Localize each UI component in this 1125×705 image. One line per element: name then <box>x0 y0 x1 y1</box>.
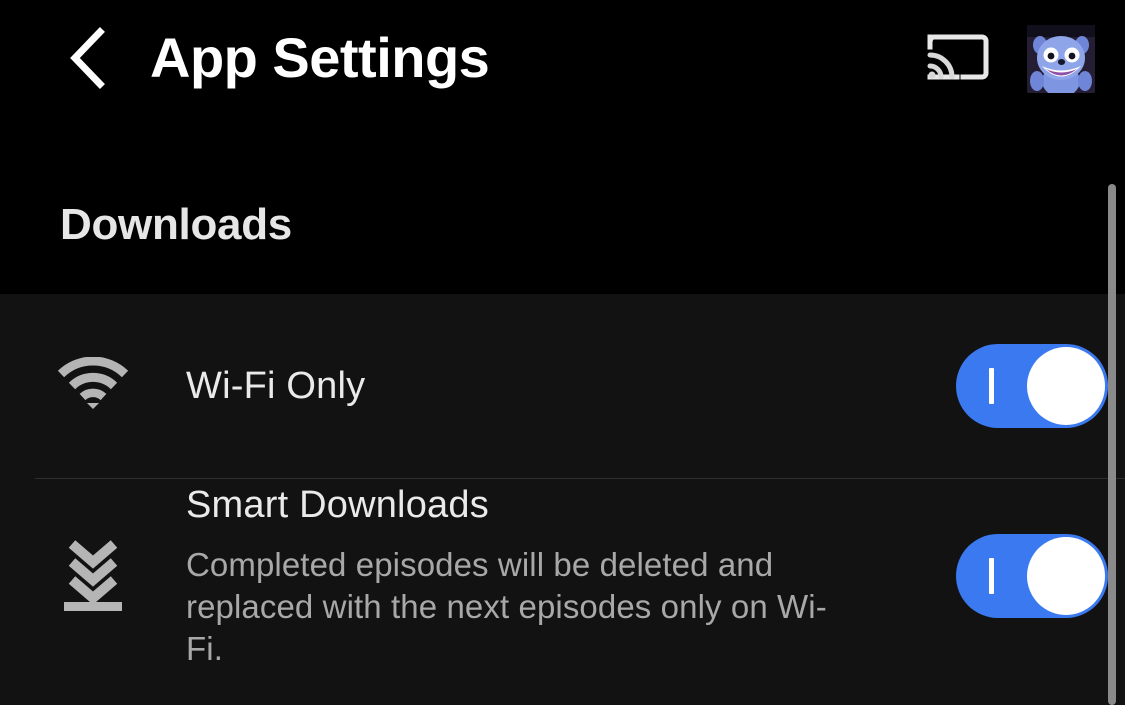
avatar[interactable] <box>1027 25 1095 93</box>
toggle-on-marker <box>989 558 994 594</box>
row-body: Smart Downloads Completed episodes will … <box>186 482 939 670</box>
cast-icon <box>927 30 989 89</box>
list-item-wifi-only[interactable]: Wi-Fi Only <box>0 294 1125 479</box>
back-button[interactable] <box>52 22 124 94</box>
toggle-smart-downloads[interactable] <box>956 534 1108 618</box>
app-bar-actions <box>927 18 1095 100</box>
list-item-description: Completed episodes will be deleted and r… <box>186 546 827 667</box>
cast-button[interactable] <box>927 28 989 90</box>
list-item-smart-downloads[interactable]: Smart Downloads Completed episodes will … <box>0 478 1125 674</box>
header-area: App Settings Downloads <box>0 0 1125 294</box>
settings-list: Wi-Fi Only Smart Downloads Completed epi… <box>0 294 1125 705</box>
section-title-downloads: Downloads <box>60 200 292 249</box>
vertical-scrollbar[interactable] <box>1108 184 1116 705</box>
app-settings-screen: App Settings Downloads Wi-Fi Only Smart … <box>0 0 1125 705</box>
scrollbar-thumb[interactable] <box>1108 184 1116 705</box>
toggle-knob <box>1027 347 1105 425</box>
triple-chevron-down-line-icon <box>60 536 126 617</box>
user-avatar-image <box>1027 25 1095 93</box>
row-control <box>939 534 1125 618</box>
list-item-title: Wi-Fi Only <box>186 365 366 407</box>
toggle-wifi-only[interactable] <box>956 344 1108 428</box>
app-bar: App Settings <box>0 0 1125 118</box>
toggle-knob <box>1027 537 1105 615</box>
row-icon-slot <box>0 356 186 416</box>
list-item-title: Smart Downloads <box>186 484 489 526</box>
chevron-left-icon <box>65 27 111 89</box>
row-icon-slot <box>0 536 186 617</box>
row-control <box>939 344 1125 428</box>
wifi-icon <box>57 356 129 416</box>
page-title: App Settings <box>150 26 490 89</box>
row-body: Wi-Fi Only <box>186 363 939 409</box>
toggle-on-marker <box>989 368 994 404</box>
